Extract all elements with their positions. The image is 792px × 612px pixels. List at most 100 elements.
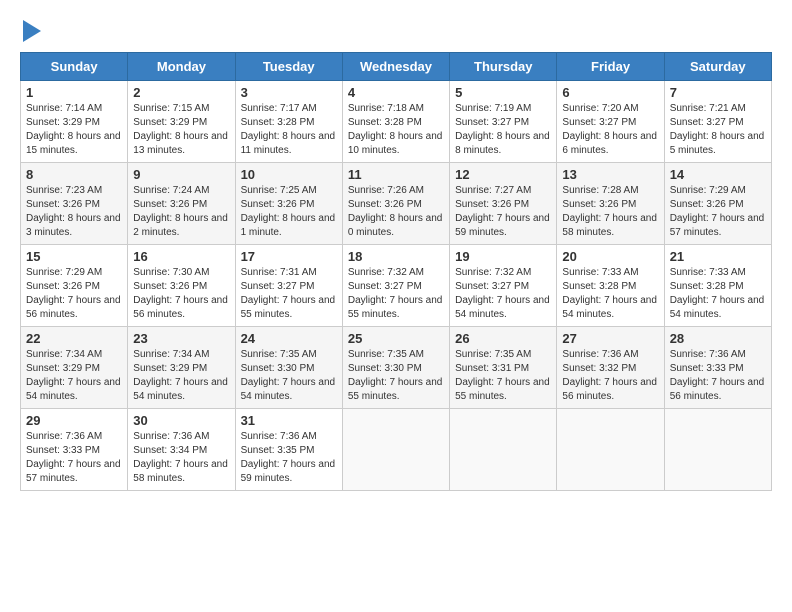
day-number: 12	[455, 167, 551, 182]
calendar-cell: 17 Sunrise: 7:31 AMSunset: 3:27 PMDayligh…	[235, 245, 342, 327]
day-number: 27	[562, 331, 658, 346]
calendar-cell: 1 Sunrise: 7:14 AMSunset: 3:29 PMDaylight…	[21, 81, 128, 163]
calendar-cell: 3 Sunrise: 7:17 AMSunset: 3:28 PMDaylight…	[235, 81, 342, 163]
day-number: 8	[26, 167, 122, 182]
day-number: 9	[133, 167, 229, 182]
week-row-1: 1 Sunrise: 7:14 AMSunset: 3:29 PMDaylight…	[21, 81, 772, 163]
calendar: SundayMondayTuesdayWednesdayThursdayFrid…	[20, 52, 772, 491]
day-info: Sunrise: 7:33 AMSunset: 3:28 PMDaylight:…	[670, 266, 766, 322]
day-info: Sunrise: 7:27 AMSunset: 3:26 PMDaylight:…	[455, 184, 551, 240]
weekday-header-saturday: Saturday	[664, 53, 771, 81]
weekday-header-sunday: Sunday	[21, 53, 128, 81]
day-info: Sunrise: 7:36 AMSunset: 3:33 PMDaylight:…	[670, 348, 766, 404]
weekday-header-wednesday: Wednesday	[342, 53, 449, 81]
day-info: Sunrise: 7:35 AMSunset: 3:31 PMDaylight:…	[455, 348, 551, 404]
day-info: Sunrise: 7:18 AMSunset: 3:28 PMDaylight:…	[348, 102, 444, 158]
calendar-cell: 25 Sunrise: 7:35 AMSunset: 3:30 PMDayligh…	[342, 327, 449, 409]
day-number: 23	[133, 331, 229, 346]
day-info: Sunrise: 7:35 AMSunset: 3:30 PMDaylight:…	[241, 348, 337, 404]
day-number: 22	[26, 331, 122, 346]
day-number: 2	[133, 85, 229, 100]
weekday-header-row: SundayMondayTuesdayWednesdayThursdayFrid…	[21, 53, 772, 81]
day-number: 15	[26, 249, 122, 264]
calendar-cell: 13 Sunrise: 7:28 AMSunset: 3:26 PMDayligh…	[557, 163, 664, 245]
weekday-header-thursday: Thursday	[450, 53, 557, 81]
calendar-cell: 7 Sunrise: 7:21 AMSunset: 3:27 PMDaylight…	[664, 81, 771, 163]
day-info: Sunrise: 7:29 AMSunset: 3:26 PMDaylight:…	[670, 184, 766, 240]
day-number: 13	[562, 167, 658, 182]
day-info: Sunrise: 7:14 AMSunset: 3:29 PMDaylight:…	[26, 102, 122, 158]
day-info: Sunrise: 7:32 AMSunset: 3:27 PMDaylight:…	[348, 266, 444, 322]
calendar-cell	[342, 409, 449, 491]
calendar-cell: 11 Sunrise: 7:26 AMSunset: 3:26 PMDayligh…	[342, 163, 449, 245]
calendar-cell: 28 Sunrise: 7:36 AMSunset: 3:33 PMDayligh…	[664, 327, 771, 409]
weekday-header-tuesday: Tuesday	[235, 53, 342, 81]
calendar-cell: 16Sunrise: 7:30 AMSunset: 3:26 PMDayligh…	[128, 245, 235, 327]
day-info: Sunrise: 7:36 AMSunset: 3:32 PMDaylight:…	[562, 348, 658, 404]
week-row-5: 29 Sunrise: 7:36 AMSunset: 3:33 PMDayligh…	[21, 409, 772, 491]
day-number: 5	[455, 85, 551, 100]
calendar-cell: 30Sunrise: 7:36 AMSunset: 3:34 PMDayligh…	[128, 409, 235, 491]
week-row-3: 15 Sunrise: 7:29 AMSunset: 3:26 PMDayligh…	[21, 245, 772, 327]
day-number: 21	[670, 249, 766, 264]
day-info: Sunrise: 7:20 AMSunset: 3:27 PMDaylight:…	[562, 102, 658, 158]
day-info: Sunrise: 7:29 AMSunset: 3:26 PMDaylight:…	[26, 266, 122, 322]
day-number: 29	[26, 413, 122, 428]
calendar-cell: 23Sunrise: 7:34 AMSunset: 3:29 PMDayligh…	[128, 327, 235, 409]
calendar-cell	[664, 409, 771, 491]
day-number: 17	[241, 249, 337, 264]
weekday-header-monday: Monday	[128, 53, 235, 81]
day-number: 18	[348, 249, 444, 264]
calendar-cell: 10 Sunrise: 7:25 AMSunset: 3:26 PMDayligh…	[235, 163, 342, 245]
day-info: Sunrise: 7:31 AMSunset: 3:27 PMDaylight:…	[241, 266, 337, 322]
calendar-cell: 9 Sunrise: 7:24 AMSunset: 3:26 PMDaylight…	[128, 163, 235, 245]
day-number: 28	[670, 331, 766, 346]
day-info: Sunrise: 7:32 AMSunset: 3:27 PMDaylight:…	[455, 266, 551, 322]
calendar-cell: 14 Sunrise: 7:29 AMSunset: 3:26 PMDayligh…	[664, 163, 771, 245]
calendar-cell: 24 Sunrise: 7:35 AMSunset: 3:30 PMDayligh…	[235, 327, 342, 409]
calendar-cell: 29 Sunrise: 7:36 AMSunset: 3:33 PMDayligh…	[21, 409, 128, 491]
day-number: 24	[241, 331, 337, 346]
logo	[20, 20, 41, 42]
calendar-cell: 15 Sunrise: 7:29 AMSunset: 3:26 PMDayligh…	[21, 245, 128, 327]
calendar-cell: 4Sunrise: 7:18 AMSunset: 3:28 PMDaylight…	[342, 81, 449, 163]
calendar-cell: 2Sunrise: 7:15 AMSunset: 3:29 PMDaylight…	[128, 81, 235, 163]
calendar-cell: 5 Sunrise: 7:19 AMSunset: 3:27 PMDaylight…	[450, 81, 557, 163]
calendar-cell: 18 Sunrise: 7:32 AMSunset: 3:27 PMDayligh…	[342, 245, 449, 327]
calendar-cell: 20 Sunrise: 7:33 AMSunset: 3:28 PMDayligh…	[557, 245, 664, 327]
day-number: 1	[26, 85, 122, 100]
day-info: Sunrise: 7:19 AMSunset: 3:27 PMDaylight:…	[455, 102, 551, 158]
day-number: 19	[455, 249, 551, 264]
calendar-cell: 31Sunrise: 7:36 AMSunset: 3:35 PMDayligh…	[235, 409, 342, 491]
day-info: Sunrise: 7:23 AMSunset: 3:26 PMDaylight:…	[26, 184, 122, 240]
day-info: Sunrise: 7:25 AMSunset: 3:26 PMDaylight:…	[241, 184, 337, 240]
day-info: Sunrise: 7:26 AMSunset: 3:26 PMDaylight:…	[348, 184, 444, 240]
calendar-cell: 27 Sunrise: 7:36 AMSunset: 3:32 PMDayligh…	[557, 327, 664, 409]
day-info: Sunrise: 7:28 AMSunset: 3:26 PMDaylight:…	[562, 184, 658, 240]
day-info: Sunrise: 7:35 AMSunset: 3:30 PMDaylight:…	[348, 348, 444, 404]
day-number: 14	[670, 167, 766, 182]
day-number: 7	[670, 85, 766, 100]
day-info: Sunrise: 7:21 AMSunset: 3:27 PMDaylight:…	[670, 102, 766, 158]
day-number: 30	[133, 413, 229, 428]
day-info: Sunrise: 7:17 AMSunset: 3:28 PMDaylight:…	[241, 102, 337, 158]
calendar-cell: 22 Sunrise: 7:34 AMSunset: 3:29 PMDayligh…	[21, 327, 128, 409]
day-number: 25	[348, 331, 444, 346]
day-info: Sunrise: 7:36 AMSunset: 3:33 PMDaylight:…	[26, 430, 122, 486]
header	[20, 20, 772, 42]
calendar-cell	[557, 409, 664, 491]
day-number: 3	[241, 85, 337, 100]
day-info: Sunrise: 7:24 AMSunset: 3:26 PMDaylight:…	[133, 184, 229, 240]
day-info: Sunrise: 7:36 AMSunset: 3:35 PMDaylight:…	[241, 430, 337, 486]
day-info: Sunrise: 7:33 AMSunset: 3:28 PMDaylight:…	[562, 266, 658, 322]
day-number: 26	[455, 331, 551, 346]
day-number: 16	[133, 249, 229, 264]
day-number: 11	[348, 167, 444, 182]
day-number: 6	[562, 85, 658, 100]
day-info: Sunrise: 7:34 AMSunset: 3:29 PMDaylight:…	[26, 348, 122, 404]
day-number: 10	[241, 167, 337, 182]
day-number: 20	[562, 249, 658, 264]
calendar-cell: 8 Sunrise: 7:23 AMSunset: 3:26 PMDaylight…	[21, 163, 128, 245]
calendar-cell: 19 Sunrise: 7:32 AMSunset: 3:27 PMDayligh…	[450, 245, 557, 327]
calendar-cell: 26 Sunrise: 7:35 AMSunset: 3:31 PMDayligh…	[450, 327, 557, 409]
